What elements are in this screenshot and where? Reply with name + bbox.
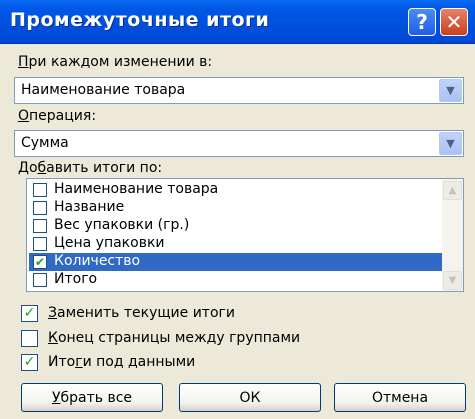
checkbox[interactable] <box>33 219 47 233</box>
add-totals-list[interactable]: Наименование товара Название Вес упаковк… <box>26 178 464 292</box>
list-item-selected[interactable]: ✔ Количество <box>29 253 442 271</box>
cancel-button[interactable]: Отмена <box>334 383 466 412</box>
checkbox[interactable] <box>33 183 47 197</box>
chevron-down-icon[interactable]: ▼ <box>439 79 462 102</box>
checkbox[interactable] <box>33 201 47 215</box>
group-by-select[interactable]: Наименование товара ▼ <box>14 77 464 104</box>
add-totals-label: Добавить итоги по: <box>18 160 163 176</box>
list-scrollbar[interactable]: ▲ ▼ <box>442 179 463 291</box>
chevron-down-icon[interactable]: ▼ <box>439 132 462 155</box>
remove-all-button[interactable]: Убрать все <box>21 383 163 412</box>
subtotals-dialog: Промежуточные итоги ? ✕ При каждом измен… <box>0 0 475 419</box>
checkmark-icon[interactable]: ✓ <box>21 305 38 322</box>
close-icon: ✕ <box>445 10 463 34</box>
checkbox[interactable] <box>33 237 47 251</box>
ok-button[interactable]: ОК <box>179 383 321 412</box>
checkbox[interactable] <box>33 273 47 287</box>
scroll-up-icon[interactable]: ▲ <box>443 181 462 200</box>
list-item[interactable]: Название <box>29 199 442 217</box>
title-bar[interactable]: Промежуточные итоги ? ✕ <box>0 0 475 44</box>
checkmark-icon[interactable]: ✔ <box>33 255 47 269</box>
operation-value: Сумма <box>21 135 69 151</box>
operation-select[interactable]: Сумма ▼ <box>14 130 464 157</box>
dialog-title: Промежуточные итоги <box>10 9 270 31</box>
close-button[interactable]: ✕ <box>440 8 468 36</box>
operation-label: Операция: <box>18 108 97 124</box>
list-item[interactable]: Вес упаковки (гр.) <box>29 217 442 235</box>
help-button[interactable]: ? <box>408 8 436 36</box>
help-icon: ? <box>416 10 428 34</box>
scroll-down-icon[interactable]: ▼ <box>443 271 462 290</box>
list-item[interactable]: Цена упаковки <box>29 235 442 253</box>
checkbox[interactable] <box>21 330 38 347</box>
list-item[interactable]: Наименование товара <box>29 181 442 199</box>
group-by-value: Наименование товара <box>21 82 186 98</box>
checkmark-icon[interactable]: ✓ <box>21 354 38 371</box>
list-item[interactable]: Итого <box>29 271 442 289</box>
group-by-label: При каждом изменении в: <box>18 54 213 70</box>
